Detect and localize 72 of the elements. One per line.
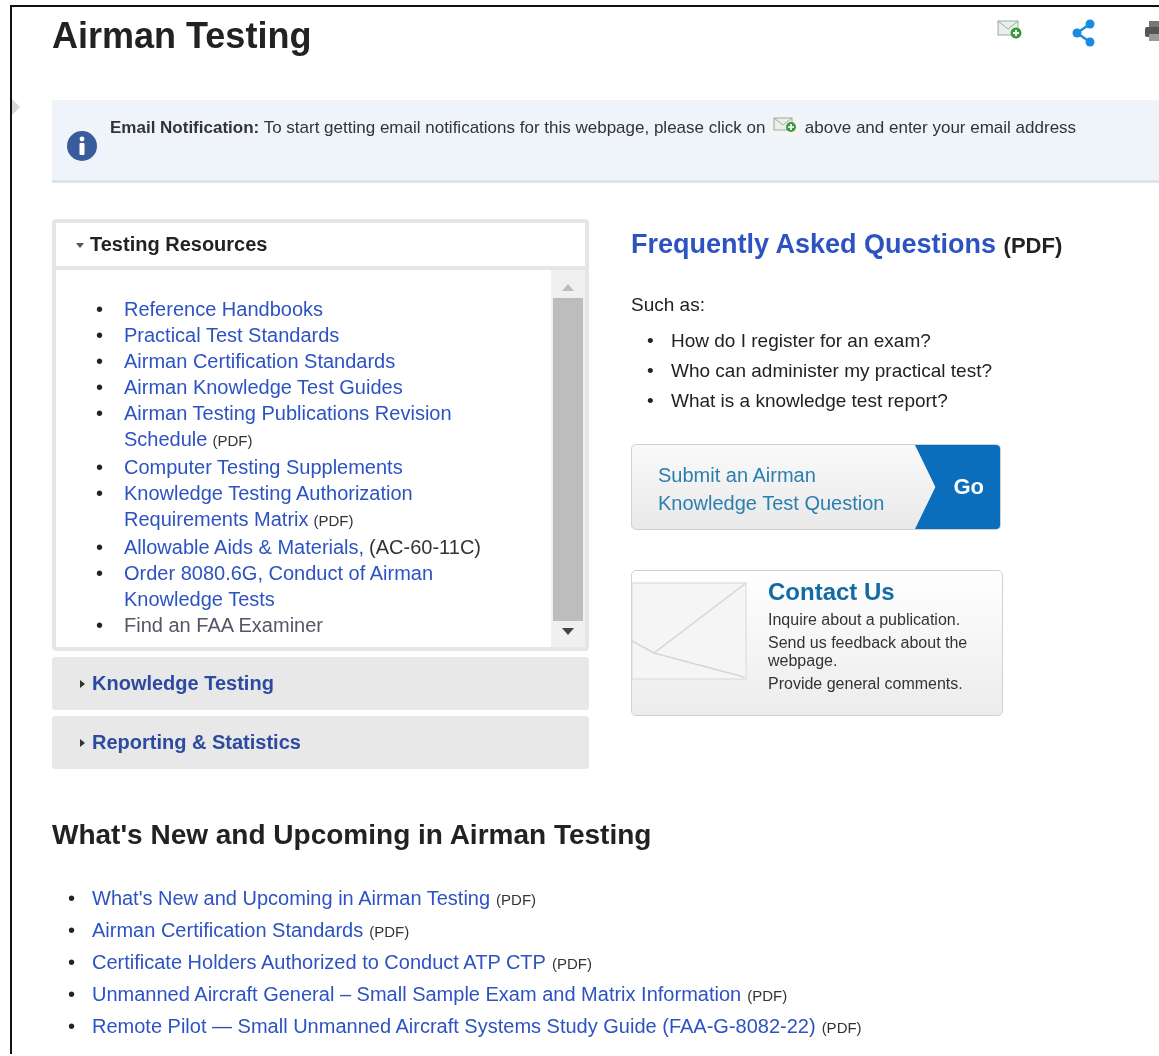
printer-icon[interactable] [1145,19,1159,43]
file-type-label: (PDF) [551,954,592,974]
contact-line: Inquire about a publication. [768,611,962,629]
submit-question-banner[interactable]: Submit an Airman Knowledge Test Question Go [631,444,1001,530]
caret-icon [78,738,86,747]
email-subscribe-icon[interactable] [997,19,1023,39]
file-type-label: (PDF) [313,512,354,529]
notification-text: Email Notification: To start getting email notifications for this webpage, please click on above and enter your email address [110,114,1077,142]
go-label: Go [915,445,1000,529]
resource-link[interactable]: Computer Testing Supplements [124,454,403,480]
resource-link[interactable]: Allowable Aids & Materials, (AC-60-11C) [124,534,481,560]
bullet: • [96,561,104,586]
contact-title: Contact Us [768,579,896,605]
bullet: • [96,401,104,426]
resource-link[interactable]: Find an FAA Examiner [124,612,323,638]
caret-icon [76,240,84,249]
bullet: • [68,982,76,1007]
contact-banner[interactable]: Contact Us Inquire about a publication. Send us feedback about the webpage. Provide general comments. [631,570,1003,716]
resource-link[interactable]: Airman Testing Publications Revision Schedule (PDF) [124,400,502,454]
bullet: • [96,375,104,400]
bullet: • [96,349,104,374]
bullet: • [647,329,655,353]
bullet: • [96,297,104,322]
resource-link[interactable]: Knowledge Testing Authorization Requirements Matrix (PDF) [124,480,502,534]
bullet: • [68,950,76,975]
accordion-header[interactable]: Knowledge Testing [52,657,589,710]
resource-link[interactable]: Airman Certification Standards [124,348,396,374]
bullet: • [96,323,104,348]
bullet: • [647,359,655,383]
email-subscribe-icon [770,114,801,136]
scrollbar-thumb[interactable] [553,298,583,621]
scrollbar[interactable] [551,270,585,647]
scroll-down-icon[interactable] [561,627,575,637]
bullet: • [96,455,104,480]
share-icon[interactable] [1071,19,1097,47]
faq-intro: Such as: [631,294,706,316]
faq-question: How do I register for an exam? [671,329,931,353]
section-heading: What's New and Upcoming in Airman Testing [52,819,653,851]
envelope-icon [632,581,750,681]
resource-link[interactable]: Airman Knowledge Test Guides [124,374,403,400]
file-type-label: (PDF) [1003,233,1063,258]
file-type-label: (PDF) [747,986,788,1006]
news-link[interactable]: Unmanned Aircraft General – Small Sample Exam and Matrix Information [92,979,742,1009]
document-number: (AC-60-11C) [369,536,481,558]
bullet: • [68,1014,76,1039]
faq-question: What is a knowledge test report? [671,389,948,413]
faq-link[interactable]: Frequently Asked Questions [631,229,997,259]
resource-link[interactable]: Order 8080.6G, Conduct of Airman Knowledge Tests [124,560,502,612]
file-type-label: (PDF) [212,432,253,449]
bullet: • [68,886,76,911]
news-link[interactable]: Certificate Holders Authorized to Conduct ATP CTP [92,947,546,977]
file-type-label: (PDF) [821,1018,862,1038]
news-link[interactable]: What's New and Upcoming in Airman Testing [92,883,491,913]
bullet: • [96,535,104,560]
info-icon [66,130,98,162]
faq-question: Who can administer my practical test? [671,359,992,383]
bullet: • [68,918,76,943]
caret-icon [78,679,86,688]
resource-link[interactable]: Reference Handbooks [124,296,323,322]
bullet: • [96,613,104,638]
news-link[interactable]: Airman Certification Standards [92,915,364,945]
bullet: • [647,389,655,413]
file-type-label: (PDF) [369,922,410,942]
contact-line: Provide general comments. [768,675,964,693]
bullet: • [96,481,104,506]
contact-line: Send us feedback about the webpage. [768,634,969,670]
accordion-header[interactable]: Testing Resources [56,223,585,266]
news-link[interactable]: Remote Pilot — Small Unmanned Aircraft Systems Study Guide (FAA-G-8082-22) [92,1011,816,1041]
resource-link[interactable]: Practical Test Standards [124,322,340,348]
accordion-header[interactable]: Reporting & Statistics [52,716,589,769]
page-title: Airman Testing [52,15,312,57]
file-type-label: (PDF) [496,890,537,910]
